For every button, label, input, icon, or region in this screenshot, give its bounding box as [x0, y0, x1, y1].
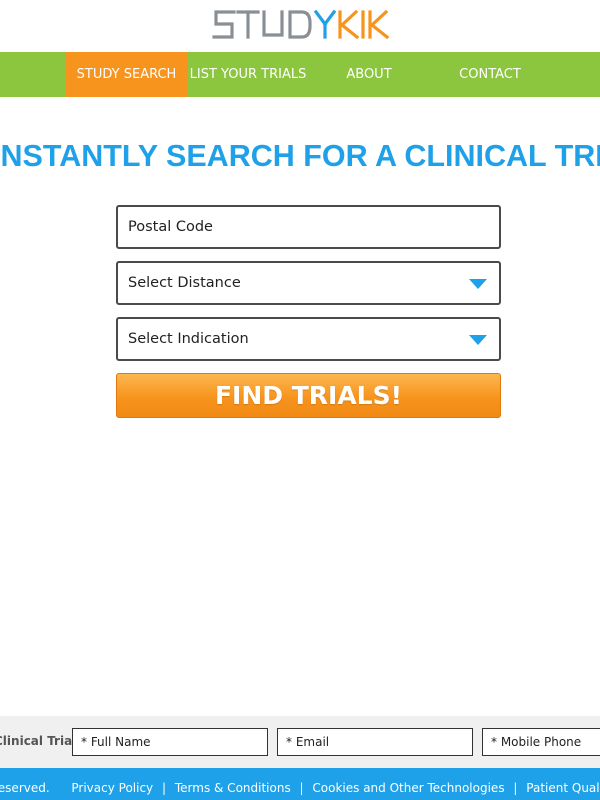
footer-link-patient-qualification[interactable]: Patient Qualification Suite [526, 781, 600, 795]
find-trials-button[interactable]: FIND TRIALS! [116, 373, 501, 418]
mobile-phone-input[interactable] [483, 729, 600, 755]
footer-rights-text: Reserved. [0, 781, 50, 795]
full-name-field[interactable] [72, 728, 268, 756]
footer: Reserved. | Privacy Policy | Terms & Con… [0, 768, 600, 800]
chevron-down-icon [469, 335, 487, 345]
distance-select[interactable]: Select Distance [116, 261, 501, 305]
footer-link-privacy-policy[interactable]: Privacy Policy [71, 781, 153, 795]
postal-code-input[interactable] [118, 207, 499, 247]
nav-item-study-search[interactable]: STUDY SEARCH [66, 52, 187, 97]
nav-item-contact[interactable]: CONTACT [440, 52, 540, 97]
mobile-phone-field[interactable] [482, 728, 600, 756]
lead-form-label: Clinical Trials [0, 734, 84, 748]
chevron-down-icon [469, 279, 487, 289]
studykik-logo [212, 9, 390, 40]
footer-link-cookies[interactable]: Cookies and Other Technologies [312, 781, 504, 795]
nav-item-about[interactable]: ABOUT [320, 52, 418, 97]
hero-headline-wrap: INSTANTLY SEARCH FOR A CLINICAL TRIAL [0, 136, 600, 178]
indication-select-label: Select Indication [128, 331, 249, 347]
footer-links-row: Reserved. | Privacy Policy | Terms & Con… [0, 768, 600, 800]
hero-headline: INSTANTLY SEARCH FOR A CLINICAL TRIAL [0, 139, 600, 173]
footer-link-terms[interactable]: Terms & Conditions [175, 781, 291, 795]
footer-separator: | [161, 781, 167, 795]
email-field[interactable] [277, 728, 473, 756]
full-name-input[interactable] [73, 729, 267, 755]
email-input[interactable] [278, 729, 472, 755]
site-logo[interactable] [0, 4, 600, 46]
distance-select-label: Select Distance [128, 275, 241, 291]
postal-code-field[interactable] [116, 205, 501, 249]
lead-form-strip: Clinical Trials [0, 716, 600, 768]
indication-select[interactable]: Select Indication [116, 317, 501, 361]
main-nav: STUDY SEARCH LIST YOUR TRIALS ABOUT CONT… [0, 52, 600, 97]
footer-separator: | [299, 781, 304, 795]
nav-item-list-your-trials[interactable]: LIST YOUR TRIALS [188, 52, 308, 97]
footer-separator: | [513, 781, 518, 795]
